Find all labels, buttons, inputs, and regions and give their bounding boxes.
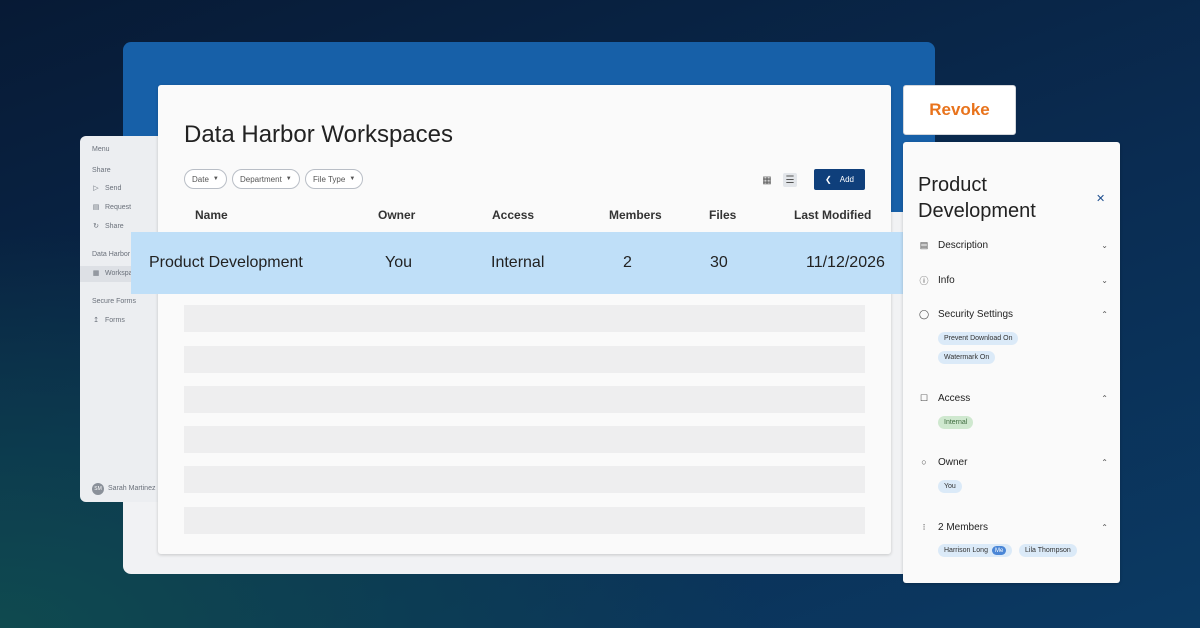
caret-down-icon: ▼: [285, 176, 292, 182]
me-badge: Me: [991, 546, 1007, 555]
section-label: Owner: [938, 456, 968, 468]
section-label: 2 Members: [938, 521, 989, 533]
column-header-owner[interactable]: Owner: [378, 208, 415, 222]
column-header-members[interactable]: Members: [609, 208, 662, 222]
table-row-placeholder: [184, 426, 865, 453]
workspaces-icon: ▦: [92, 270, 100, 277]
share-icon: ↻: [93, 223, 99, 230]
section-access[interactable]: ☐ Access ⌃: [918, 390, 1108, 406]
cell-access: Internal: [491, 254, 545, 271]
tag-access: Internal: [938, 416, 974, 429]
shield-icon: ◯: [918, 308, 930, 319]
cell-last-modified: 11/12/2026: [806, 254, 885, 271]
tag-owner: You: [938, 480, 962, 493]
sidebar-item-label: Send: [105, 184, 122, 192]
main-panel: Data Harbor Workspaces Date ▼ Department…: [158, 85, 891, 554]
chevron-up-icon: ⌃: [1101, 522, 1108, 532]
cell-name: Product Development: [149, 254, 303, 271]
tag-member-lila: Lila Thompson: [1019, 544, 1077, 557]
column-header-last-modified[interactable]: Last Modified: [794, 208, 871, 222]
avatar[interactable]: SM: [92, 483, 104, 495]
table-row-selected[interactable]: Product Development You Internal 2 30 11…: [131, 232, 903, 294]
filter-date[interactable]: Date ▼: [184, 169, 227, 189]
section-info[interactable]: ⓘ Info ⌄: [918, 272, 1108, 288]
request-icon: ▤: [92, 204, 100, 211]
chevron-down-icon: ⌄: [1101, 240, 1108, 250]
revoke-button[interactable]: Revoke: [903, 85, 1016, 135]
group-icon: ⁝: [922, 521, 926, 532]
table-row-placeholder: [184, 507, 865, 534]
caret-down-icon: ▼: [212, 176, 219, 182]
filter-label: Department: [240, 174, 282, 184]
section-label: Info: [938, 274, 955, 286]
filter-department[interactable]: Department ▼: [232, 169, 300, 189]
sidebar-item-request[interactable]: ▤ Request: [92, 203, 132, 212]
section-security-settings[interactable]: ◯ Security Settings ⌃: [918, 306, 1108, 322]
column-header-access[interactable]: Access: [492, 208, 534, 222]
cell-files: 30: [710, 254, 728, 271]
sidebar-item-label: Share: [105, 222, 124, 230]
column-header-files[interactable]: Files: [709, 208, 736, 222]
chevron-left-icon: ❮: [825, 175, 832, 184]
table-row-placeholder: [184, 346, 865, 373]
section-description[interactable]: ▤ Description ⌄: [918, 237, 1108, 253]
chevron-up-icon: ⌃: [1101, 457, 1108, 467]
section-owner[interactable]: ○ Owner ⌃: [918, 454, 1108, 470]
grid-view-icon[interactable]: ▦: [760, 173, 774, 187]
send-icon: ▷: [93, 185, 99, 192]
details-title: Product Development: [918, 174, 1036, 222]
sidebar-item-forms[interactable]: ↥ Forms: [92, 316, 125, 325]
person-icon: ○: [921, 457, 927, 467]
column-header-name[interactable]: Name: [195, 208, 228, 222]
member-name: Harrison Long: [944, 547, 988, 554]
sidebar-item-label: Request: [105, 203, 132, 211]
section-label: Description: [938, 239, 989, 251]
sidebar-menu-label: Menu: [92, 146, 110, 153]
user-name: Sarah Martinez: [108, 485, 156, 492]
tag-member-harrison: Harrison Long Me: [938, 544, 1013, 557]
sidebar-section-secure-forms: Secure Forms: [92, 298, 136, 305]
description-icon: ▤: [919, 239, 929, 250]
list-view-icon[interactable]: ☰: [783, 173, 797, 187]
sidebar-item-share[interactable]: ↻ Share: [92, 222, 124, 231]
info-icon: ⓘ: [919, 275, 929, 286]
close-icon[interactable]: ✕: [1096, 192, 1105, 205]
upload-icon: ↥: [93, 317, 99, 324]
table-row-placeholder: [184, 305, 865, 332]
sidebar-item-label: Forms: [105, 316, 125, 324]
sidebar-section-data-harbor: Data Harbor: [92, 251, 131, 258]
table-row-placeholder: [184, 466, 865, 493]
section-label: Security Settings: [938, 308, 1014, 320]
lock-icon: ☐: [919, 392, 929, 403]
cell-members: 2: [623, 254, 632, 271]
tag-watermark: Watermark On: [938, 351, 996, 364]
add-button[interactable]: ❮ Add: [814, 169, 865, 190]
chevron-up-icon: ⌃: [1101, 393, 1108, 403]
details-panel: Product Development ✕ ▤ Description ⌄ ⓘ …: [903, 142, 1120, 583]
section-members[interactable]: ⁝ 2 Members ⌃: [918, 519, 1108, 535]
cell-owner: You: [385, 254, 412, 271]
filter-label: Date: [192, 174, 209, 184]
filter-label: File Type: [313, 174, 346, 184]
filter-file-type[interactable]: File Type ▼: [305, 169, 364, 189]
caret-down-icon: ▼: [349, 176, 356, 182]
table-row-placeholder: [184, 386, 865, 413]
sidebar-section-share: Share: [92, 167, 111, 174]
chevron-up-icon: ⌃: [1101, 309, 1108, 319]
add-label: Add: [839, 175, 854, 184]
page-title: Data Harbor Workspaces: [184, 121, 453, 148]
sidebar-item-send[interactable]: ▷ Send: [92, 184, 122, 193]
tag-prevent-download: Prevent Download On: [938, 332, 1019, 345]
section-label: Access: [938, 392, 971, 404]
sidebar: Menu Share ▷ Send ▤ Request ↻ Share Data…: [80, 136, 160, 502]
chevron-down-icon: ⌄: [1101, 275, 1108, 285]
